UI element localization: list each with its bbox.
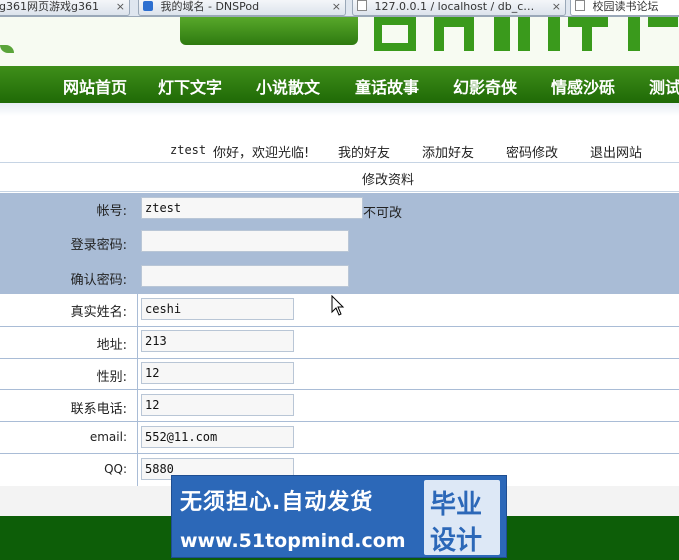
nav-item-phantom-heroes[interactable]: 幻影奇侠 — [453, 74, 517, 98]
leaf-decoration — [0, 45, 14, 53]
form-row-address: 地址: 213 — [0, 327, 679, 358]
user-bar: ztest 你好，欢迎光临! 我的好友 添加好友 密码修改 退出网站 — [0, 136, 679, 162]
address-label: 地址: — [96, 338, 127, 353]
username-label: ztest — [170, 143, 207, 157]
browser-tab-strip: g361网页游戏g361 × 我的域名 - DNSPod × 127.0.0.1… — [0, 0, 679, 17]
gender-field[interactable]: 12 — [141, 362, 294, 384]
change-password-link[interactable]: 密码修改 — [506, 142, 558, 161]
ad-banner[interactable]: 无须担心.自动发货 www.51topmind.com 毕业 设计 — [171, 475, 507, 558]
dnspod-favicon-icon — [143, 1, 153, 11]
tab-label: 我的域名 - DNSPod — [160, 0, 260, 13]
nav-item-test[interactable]: 测试 — [649, 74, 679, 98]
site-banner — [0, 17, 679, 66]
nav-item-home[interactable]: 网站首页 — [63, 74, 127, 98]
browser-tab-g361[interactable]: g361网页游戏g361 × — [0, 0, 130, 16]
form-row-email: email: 552@11.com — [0, 422, 679, 453]
main-nav: 网站首页 灯下文字 小说散文 童话故事 幻影奇侠 情感沙砾 测试 — [0, 66, 679, 103]
phone-label: 联系电话: — [70, 402, 127, 417]
form-title-bar: 修改资料 — [0, 162, 679, 192]
tab-label: 校园读书论坛 — [592, 0, 659, 13]
my-friends-link[interactable]: 我的好友 — [338, 142, 390, 161]
confirm-password-label: 确认密码: — [70, 273, 127, 288]
nav-item-lamp-text[interactable]: 灯下文字 — [158, 74, 222, 98]
close-icon[interactable]: × — [116, 0, 125, 14]
account-field[interactable]: ztest — [141, 197, 363, 219]
browser-tab-dnspod[interactable]: 我的域名 - DNSPod × — [138, 0, 346, 16]
form-row-gender: 性别: 12 — [0, 359, 679, 389]
ad-url: www.51topmind.com — [180, 530, 406, 552]
browser-tab-localhost[interactable]: 127.0.0.1 / localhost / db_c… × — [352, 0, 566, 16]
ad-badge-top: 毕业 — [430, 490, 483, 520]
nav-item-emotion-gravel[interactable]: 情感沙砾 — [551, 74, 615, 98]
add-friend-link[interactable]: 添加好友 — [422, 142, 474, 161]
welcome-text: 你好，欢迎光临! — [213, 146, 310, 161]
form-row-confirm-password: 确认密码: — [0, 259, 679, 294]
ad-slogan: 无须担心.自动发货 — [180, 490, 374, 515]
password-field[interactable] — [141, 230, 349, 252]
banner-logo-image — [372, 17, 679, 63]
real-name-label: 真实姓名: — [70, 305, 127, 320]
confirm-password-field[interactable] — [141, 265, 349, 287]
form-row-phone: 联系电话: 12 — [0, 390, 679, 421]
address-field[interactable]: 213 — [141, 330, 294, 352]
close-icon[interactable]: × — [332, 0, 341, 14]
gender-label: 性别: — [96, 370, 127, 385]
form-title: 修改资料 — [362, 173, 415, 188]
password-label: 登录密码: — [70, 238, 127, 253]
ad-badge-bottom: 设计 — [430, 526, 483, 556]
logo-glyphs-icon — [374, 17, 678, 51]
email-field[interactable]: 552@11.com — [141, 426, 294, 448]
page-favicon-icon — [357, 0, 367, 11]
qq-label: QQ: — [104, 462, 127, 476]
logout-link[interactable]: 退出网站 — [590, 142, 642, 161]
tab-label: g361网页游戏g361 — [0, 0, 99, 13]
nav-item-fairy-tales[interactable]: 童话故事 — [355, 74, 419, 98]
readonly-note: 不可改 — [363, 206, 403, 221]
banner-logo-block — [180, 17, 358, 45]
real-name-field[interactable]: ceshi — [141, 298, 294, 320]
form-row-account: 帐号: ztest 不可改 — [0, 193, 679, 225]
nav-item-novel-prose[interactable]: 小说散文 — [256, 74, 320, 98]
page-favicon-icon — [575, 0, 585, 11]
tab-label: 127.0.0.1 / localhost / db_c… — [374, 0, 535, 13]
phone-field[interactable]: 12 — [141, 394, 294, 416]
email-label: email: — [89, 430, 127, 444]
form-row-password: 登录密码: — [0, 225, 679, 259]
nav-shadow — [0, 103, 679, 116]
browser-tab-active[interactable]: 校园读书论坛 — [570, 0, 679, 16]
account-label: 帐号: — [96, 204, 127, 219]
close-icon[interactable]: × — [552, 0, 561, 14]
